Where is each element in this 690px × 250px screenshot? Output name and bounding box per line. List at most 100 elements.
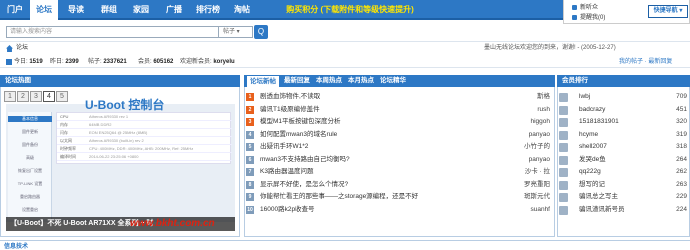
thread-row[interactable]: 7 K3路由器温度问题 沙卡 · 拉 — [246, 166, 554, 178]
thread-row[interactable]: 5 出疑讯手环W1*2 小竹子的 — [246, 141, 554, 153]
thread-author[interactable]: 斑斯元代 — [524, 191, 550, 203]
thread-row[interactable]: 1 剧透血饰物件,不读取 斯格 — [246, 91, 554, 103]
thread-title[interactable]: 你能帮忙看王的那些事——之storage源编程，还是不好 — [260, 191, 418, 203]
thread-author[interactable]: panyao — [529, 129, 550, 141]
thread-title[interactable]: K3路由器温度问题 — [260, 166, 313, 178]
ranking-row[interactable]: 15181831901 320 — [559, 116, 689, 128]
member-avatar[interactable] — [559, 205, 568, 215]
thread-author[interactable]: panyao — [529, 154, 550, 166]
member-avatar[interactable] — [559, 168, 568, 177]
slide-watermark: www.bkht.com.cn — [130, 218, 215, 229]
thread-author[interactable]: 罗亮重阳 — [524, 179, 550, 191]
thread-title[interactable]: 出疑讯手环W1*2 — [260, 141, 308, 153]
ranking-row[interactable]: qq222g 262 — [559, 166, 689, 178]
search-type-select[interactable]: 帖子 ▾ — [219, 26, 253, 38]
tab-week-hot[interactable]: 本周热点 — [314, 75, 344, 87]
member-name[interactable]: hcyme — [579, 129, 598, 141]
thread-row[interactable]: 9 你能帮忙看王的那些事——之storage源编程，还是不好 斑斯元代 — [246, 191, 554, 203]
member-name[interactable]: 想写的记 — [579, 179, 605, 191]
member-name[interactable]: qq222g — [579, 166, 601, 178]
search-button[interactable]: Q — [254, 25, 268, 39]
tab-latest-replies[interactable]: 最新回复 — [282, 75, 312, 87]
nav-portal[interactable]: 门户 — [2, 0, 28, 20]
search-icon: Q — [257, 27, 265, 36]
search-input[interactable]: 请输入搜索内容 — [6, 26, 219, 38]
thread-row[interactable]: 8 显示屏不好使，是怎么个情况? 罗亮重阳 — [246, 179, 554, 191]
ranking-row[interactable]: hcyme 319 — [559, 129, 689, 141]
thread-author[interactable]: 斯格 — [537, 91, 550, 103]
member-avatar[interactable] — [559, 105, 568, 115]
slide-page-4[interactable]: 4 — [43, 91, 55, 102]
thread-author[interactable]: 沙卡 · 拉 — [525, 166, 550, 178]
home-icon[interactable] — [6, 45, 13, 52]
tab-digest[interactable]: 论坛精华 — [378, 75, 408, 87]
member-avatar[interactable] — [559, 130, 568, 140]
thread-row[interactable]: 4 如何配置mwan3的域名rule panyao — [246, 129, 554, 141]
slide-page-1[interactable]: 1 — [4, 91, 16, 102]
bell-icon — [572, 14, 577, 20]
nav-group[interactable]: 群组 — [95, 0, 123, 20]
thread-title[interactable]: 模型M1平板按键包深度分析 — [260, 116, 341, 128]
ranking-row[interactable]: 骗讯总之写主 229 — [559, 191, 689, 203]
nav-guide[interactable]: 导读 — [62, 0, 90, 20]
member-avatar[interactable] — [559, 143, 568, 152]
member-avatar[interactable] — [559, 193, 568, 202]
thread-author[interactable]: suanhf — [530, 204, 550, 216]
new-listener-link[interactable]: 新听众 — [572, 2, 598, 11]
quick-nav-button[interactable]: 快捷导航 ▾ — [648, 5, 688, 18]
member-avatar[interactable] — [559, 155, 568, 165]
thread-title[interactable]: 剧透血饰物件,不读取 — [260, 91, 320, 103]
slide-page-3[interactable]: 3 — [30, 91, 42, 102]
member-name[interactable]: badcrazy — [579, 104, 605, 116]
stat-members-value: 605162 — [153, 59, 174, 65]
thread-author[interactable]: rush — [537, 104, 550, 116]
ranking-title: 会员排行 — [562, 77, 588, 84]
thread-author[interactable]: higgoh — [530, 116, 550, 128]
thread-title[interactable]: 16000路k2p收查号 — [260, 204, 315, 216]
ranking-row[interactable]: shell2007 318 — [559, 141, 689, 153]
nav-broadcast[interactable]: 广播 — [160, 0, 188, 20]
thread-title[interactable]: 显示屏不好使，是怎么个情况? — [260, 179, 348, 191]
stat-posts-value: 2337621 — [103, 59, 127, 65]
member-name[interactable]: lwbj — [579, 91, 590, 103]
ranking-row[interactable]: 想写的记 263 — [559, 179, 689, 191]
member-name[interactable]: shell2007 — [579, 141, 607, 153]
ranking-row[interactable]: 骗讯渣讯新号员 224 — [559, 204, 689, 216]
member-avatar[interactable] — [559, 118, 568, 127]
thread-title[interactable]: 骗讯T1级原编修盖件 — [260, 104, 320, 116]
nav-ranking[interactable]: 排行榜 — [191, 0, 225, 20]
member-name[interactable]: 15181831901 — [579, 116, 619, 128]
reminder-link[interactable]: 提醒我(0) — [572, 12, 605, 21]
stat-yesterday: 昨日: 2399 — [50, 56, 79, 68]
slide-page-5[interactable]: 5 — [56, 91, 68, 102]
stat-members-label: 会员: — [138, 59, 152, 65]
slide-info-value: Atheros AR9330 (built-in) rev 2 — [89, 138, 144, 143]
nav-buy-points-promo[interactable]: 购买积分 (下载附件和等级快速提升) — [262, 0, 438, 20]
member-avatar[interactable] — [559, 93, 568, 102]
my-posts-links[interactable]: 我的帖子 · 最新回复 — [619, 56, 672, 68]
thread-title[interactable]: 如何配置mwan3的域名rule — [260, 129, 337, 141]
ranking-row[interactable]: lwbj 709 — [559, 91, 689, 103]
thread-title[interactable]: mwan3不支持路由自己均衡吗? — [260, 154, 350, 166]
tab-new-threads[interactable]: 论坛新帖 — [246, 75, 280, 87]
nav-forum[interactable]: 论坛 — [30, 0, 58, 22]
thread-row[interactable]: 10 16000路k2p收查号 suanhf — [246, 204, 554, 216]
site-notice[interactable]: 墨山无线论坛欢迎您的到来，谢谢! - (2005-12-27) — [484, 43, 616, 54]
ranking-row[interactable]: badcrazy 451 — [559, 104, 689, 116]
thread-row[interactable]: 6 mwan3不支持路由自己均衡吗? panyao — [246, 154, 554, 166]
nav-collection[interactable]: 淘帖 — [229, 0, 255, 20]
member-name[interactable]: 发哭de鱼 — [579, 154, 606, 166]
tab-month-hot[interactable]: 本月热点 — [346, 75, 376, 87]
thread-row[interactable]: 3 模型M1平板按键包深度分析 higgoh — [246, 116, 554, 128]
breadcrumb-forum[interactable]: 论坛 — [16, 43, 28, 54]
newest-member-link[interactable]: koryelu — [213, 59, 234, 65]
slide-page-2[interactable]: 2 — [17, 91, 29, 102]
member-name[interactable]: 骗讯总之写主 — [579, 191, 618, 203]
nav-home[interactable]: 家园 — [127, 0, 155, 20]
ranking-row[interactable]: 发哭de鱼 264 — [559, 154, 689, 166]
member-avatar[interactable] — [559, 180, 568, 190]
member-name[interactable]: 骗讯渣讯新号员 — [579, 204, 625, 216]
thread-row[interactable]: 2 骗讯T1级原编修盖件 rush — [246, 104, 554, 116]
thread-author[interactable]: 小竹子的 — [524, 141, 550, 153]
slide-info-value: EON EN25Q64 @ 25MHz (8MB) — [89, 130, 148, 135]
